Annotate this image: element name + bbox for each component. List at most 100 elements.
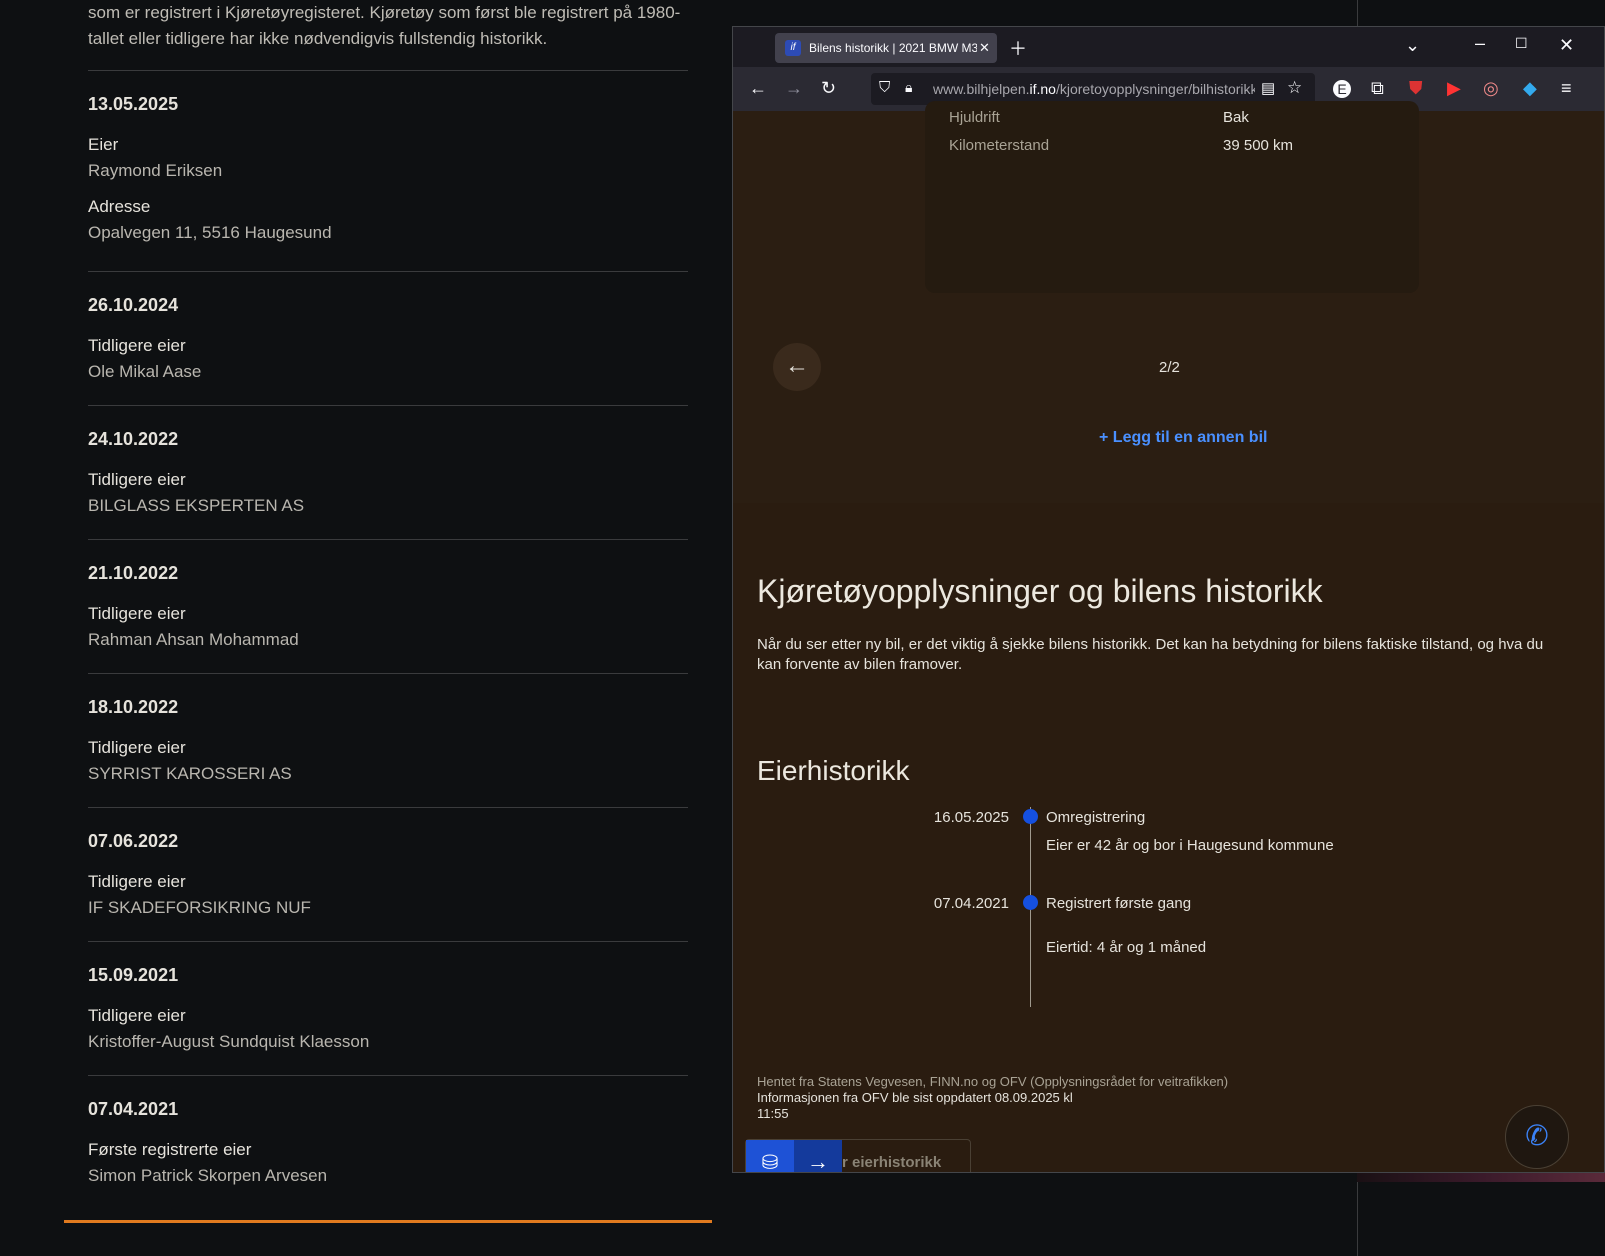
divider: [88, 405, 688, 406]
history-entry: 26.10.2024 Tidligere eier Ole Mikal Aase: [88, 295, 688, 382]
vehicle-card: [925, 101, 1419, 293]
divider: [88, 539, 688, 540]
shield-icon[interactable]: ⛉: [879, 79, 890, 96]
entry-date: 26.10.2024: [88, 295, 179, 315]
carousel-pager: 2/2: [1159, 359, 1180, 376]
spec-label: Hjuldrift: [949, 109, 1000, 126]
divider: [88, 1075, 688, 1076]
entry-value: Kristoffer-August Sundquist Klaesson: [88, 1032, 370, 1051]
call-button[interactable]: ✆: [1505, 1105, 1569, 1169]
divider: [88, 807, 688, 808]
maximize-icon[interactable]: ☐: [1515, 35, 1528, 52]
history-entry: 13.05.2025 Eier Raymond Eriksen Adresse …: [88, 94, 688, 243]
timeline-desc: Eiertid: 4 år og 1 måned: [1046, 939, 1207, 956]
entry-date: 07.06.2022: [88, 831, 179, 851]
extension-e-icon[interactable]: E: [1333, 80, 1351, 98]
timeline-title: Registrert første gang: [1046, 895, 1192, 912]
divider: [88, 70, 688, 71]
entry-value: Rahman Ahsan Mohammad: [88, 630, 299, 649]
tab-active[interactable]: if Bilens historikk | 2021 BMW M3 ✕: [775, 33, 997, 63]
new-tab-icon[interactable]: ＋: [1009, 35, 1027, 61]
extensions-icon[interactable]: ⧉: [1371, 78, 1384, 99]
lock-icon[interactable]: 🔒︎: [905, 79, 912, 96]
forward-icon[interactable]: →: [785, 78, 803, 99]
phone-icon: ✆: [1525, 1120, 1549, 1151]
divider: [88, 673, 688, 674]
entry-label: Tidligere eier: [88, 1006, 186, 1025]
arrow-right-icon: →: [794, 1140, 842, 1172]
page-title: Kjøretøyopplysninger og bilens historikk: [757, 573, 1323, 609]
entry-date: 18.10.2022: [88, 697, 179, 717]
add-car-link[interactable]: + Legg til en annen bil: [1099, 429, 1267, 447]
history-entry: 07.04.2021 Første registrerte eier Simon…: [88, 1099, 688, 1186]
entry-date: 07.04.2021: [88, 1099, 179, 1119]
entry-value: Raymond Eriksen: [88, 161, 223, 180]
carousel-back-button[interactable]: ←: [773, 343, 821, 391]
entry-value: Ole Mikal Aase: [88, 362, 202, 381]
source-note: Hentet fra Statens Vegvesen, FINN.no og …: [757, 1074, 1229, 1089]
spec-label: Kilometerstand: [949, 137, 1050, 154]
entry-label: Eier: [88, 135, 119, 154]
menu-icon[interactable]: ≡: [1561, 78, 1572, 99]
entry-date: 13.05.2025: [88, 94, 179, 114]
owner-history-heading: Eierhistorikk: [757, 755, 910, 786]
divider: [88, 941, 688, 942]
history-entry: 21.10.2022 Tidligere eier Rahman Ahsan M…: [88, 563, 688, 650]
left-page: som er registrert i Kjøretøyregisteret. …: [0, 0, 736, 1256]
timeline-date: 16.05.2025: [933, 809, 1009, 826]
cta-label: r eierhistorikk: [842, 1154, 942, 1171]
entry-label: Tidligere eier: [88, 738, 186, 757]
entry-date: 24.10.2022: [88, 429, 179, 449]
page-content: Hjuldrift Bak Kilometerstand 39 500 km ←…: [733, 101, 1604, 1172]
entry-label: Tidligere eier: [88, 872, 186, 891]
browser-window: if Bilens historikk | 2021 BMW M3 ✕ ＋ ⌄ …: [732, 26, 1605, 1173]
tab-bar: if Bilens historikk | 2021 BMW M3 ✕ ＋ ⌄ …: [733, 27, 1604, 67]
arrow-left-icon: ←: [785, 352, 809, 379]
entry-label: Første registrerte eier: [88, 1140, 252, 1159]
entry-value: SYRRIST KAROSSERI AS: [88, 764, 292, 783]
timeline-title: Omregistrering: [1046, 809, 1146, 826]
entry-label: Adresse: [88, 197, 151, 216]
entry-date: 15.09.2021: [88, 965, 179, 985]
star-icon[interactable]: ☆: [1287, 78, 1302, 98]
entry-value: Opalvegen 11, 5516 Haugesund: [88, 223, 332, 242]
entry-label: Tidligere eier: [88, 604, 186, 623]
url-text: www.bilhjelpen.if.no/kjoretoyopplysninge…: [933, 81, 1255, 97]
background-glow: [1357, 1172, 1605, 1182]
reload-icon[interactable]: ↻: [821, 78, 836, 99]
youtube-icon[interactable]: ▶: [1447, 78, 1461, 99]
timeline-desc: Eier er 42 år og bor i Haugesund kommune: [1046, 837, 1334, 854]
close-window-icon[interactable]: ✕: [1559, 35, 1574, 56]
reader-icon[interactable]: ▤: [1261, 79, 1275, 97]
entry-label: Tidligere eier: [88, 470, 186, 489]
divider: [88, 271, 688, 272]
back-icon[interactable]: ←: [749, 78, 767, 99]
entry-value: BILGLASS EKSPERTEN AS: [88, 496, 305, 515]
timeline-date: 07.04.2021: [933, 895, 1009, 912]
timeline-dot: [1023, 895, 1038, 910]
entry-value: Simon Patrick Skorpen Arvesen: [88, 1166, 328, 1185]
if-favicon-icon: if: [785, 40, 801, 56]
intro-paragraph: Når du ser etter ny bil, er det viktig å…: [757, 636, 1544, 673]
timeline-dot: [1023, 809, 1038, 824]
entry-label: Tidligere eier: [88, 336, 186, 355]
minimize-icon[interactable]: –: [1475, 33, 1485, 54]
chevron-down-icon[interactable]: ⌄: [1405, 35, 1420, 56]
entry-value: IF SKADEFORSIKRING NUF: [88, 898, 311, 917]
gem-icon[interactable]: ◆: [1523, 78, 1537, 99]
coins-icon: ⛁: [746, 1140, 794, 1172]
accent-divider: [64, 1220, 712, 1223]
history-entry: 07.06.2022 Tidligere eier IF SKADEFORSIK…: [88, 831, 688, 918]
entry-date: 21.10.2022: [88, 563, 179, 583]
history-entry: 24.10.2022 Tidligere eier BILGLASS EKSPE…: [88, 429, 688, 516]
updated-note: Informasjonen fra OFV ble sist oppdatert…: [757, 1090, 1073, 1121]
history-entry: 18.10.2022 Tidligere eier SYRRIST KAROSS…: [88, 697, 688, 784]
spec-value: Bak: [1223, 109, 1249, 126]
spec-value: 39 500 km: [1223, 137, 1294, 154]
tab-close-icon[interactable]: ✕: [979, 40, 990, 56]
owner-history-cta[interactable]: ⛁ → r eierhistorikk: [745, 1139, 971, 1172]
history-entry: 15.09.2021 Tidligere eier Kristoffer-Aug…: [88, 965, 688, 1052]
ublock-icon[interactable]: ⛊: [1409, 78, 1423, 99]
spy-icon[interactable]: ◎: [1483, 78, 1499, 99]
tab-title: Bilens historikk | 2021 BMW M3: [809, 41, 977, 55]
